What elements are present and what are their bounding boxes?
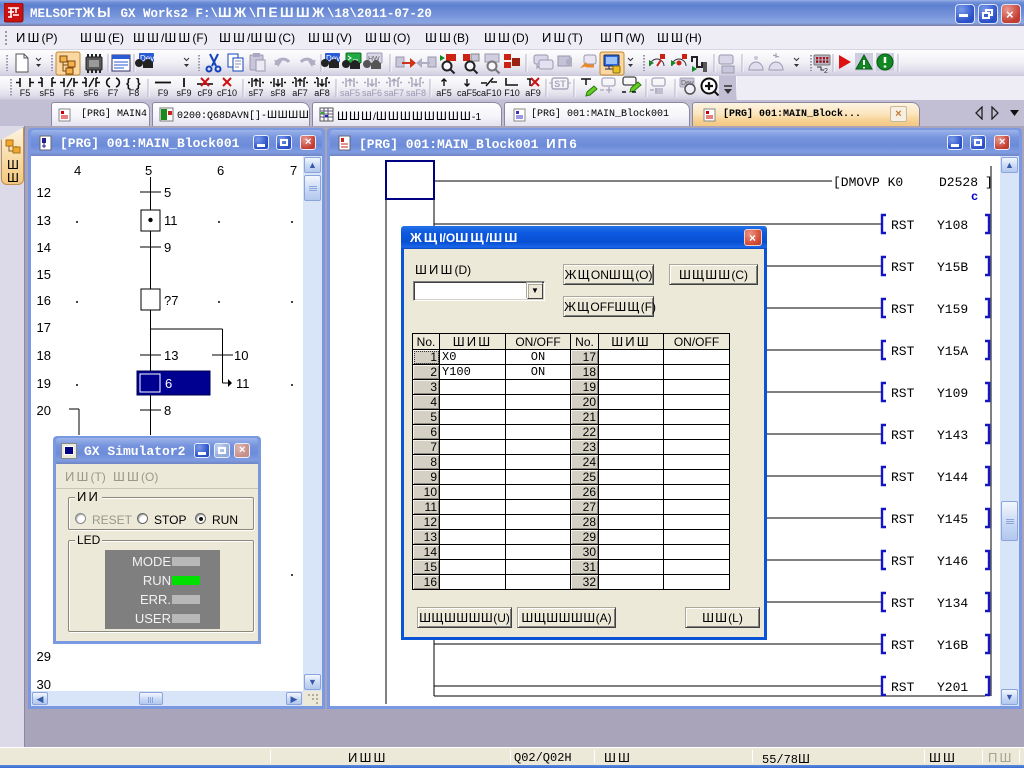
- svg-text:caF10: caF10: [476, 88, 501, 98]
- svg-text:11: 11: [236, 376, 250, 391]
- svg-text:Y144: Y144: [937, 470, 968, 485]
- svg-text:18: 18: [37, 348, 51, 363]
- svg-text:?7: ?7: [164, 293, 178, 308]
- svg-text:15: 15: [37, 267, 51, 282]
- svg-text:F5: F5: [20, 88, 31, 98]
- svg-text:5: 5: [164, 185, 171, 200]
- svg-text:10: 10: [234, 348, 248, 363]
- svg-text:16: 16: [37, 293, 51, 308]
- svg-text:F6: F6: [64, 88, 75, 98]
- svg-text:Y16B: Y16B: [937, 638, 968, 653]
- svg-text:Y108: Y108: [937, 218, 968, 233]
- svg-text:c: c: [971, 190, 978, 204]
- svg-text:RST: RST: [891, 302, 915, 317]
- svg-text:17: 17: [37, 320, 51, 335]
- svg-text:Y109: Y109: [937, 386, 968, 401]
- svg-text:9: 9: [164, 240, 171, 255]
- svg-text:RST: RST: [891, 218, 915, 233]
- svg-text:cF10: cF10: [217, 88, 237, 98]
- svg-text:sF9: sF9: [176, 88, 191, 98]
- svg-text:11: 11: [164, 213, 178, 228]
- svg-text:RST: RST: [891, 638, 915, 653]
- svg-text:sF6: sF6: [83, 88, 98, 98]
- svg-text:14: 14: [37, 240, 51, 255]
- svg-text:13: 13: [37, 213, 51, 228]
- svg-text:RST: RST: [891, 386, 915, 401]
- svg-text:Y134: Y134: [937, 596, 968, 611]
- svg-text:F8: F8: [129, 88, 140, 98]
- svg-text:8: 8: [164, 403, 171, 418]
- svg-text:[DMOVP K0: [DMOVP K0: [833, 175, 903, 190]
- svg-text:aF5: aF5: [436, 88, 452, 98]
- svg-text:Y15A: Y15A: [937, 344, 968, 359]
- svg-text:5: 5: [145, 163, 152, 178]
- svg-text:saF5: saF5: [340, 88, 360, 98]
- svg-text:6: 6: [165, 376, 172, 391]
- svg-text:F9: F9: [158, 88, 169, 98]
- svg-text:12: 12: [37, 185, 51, 200]
- svg-text:D2528: D2528: [939, 175, 978, 190]
- svg-text:6: 6: [217, 163, 224, 178]
- svg-text:saF8: saF8: [406, 88, 426, 98]
- svg-text:aF7: aF7: [292, 88, 308, 98]
- svg-text:sF8: sF8: [270, 88, 285, 98]
- svg-text:30: 30: [37, 677, 51, 692]
- svg-text:20: 20: [37, 403, 51, 418]
- svg-text:saF6: saF6: [362, 88, 382, 98]
- svg-text:ST: ST: [554, 79, 566, 89]
- svg-text:RST: RST: [891, 554, 915, 569]
- svg-text:aF9: aF9: [525, 88, 541, 98]
- svg-text:Y145: Y145: [937, 512, 968, 527]
- svg-text:]: ]: [985, 175, 993, 190]
- svg-text:RST: RST: [891, 680, 915, 695]
- svg-text:F10: F10: [504, 88, 520, 98]
- svg-text:Y159: Y159: [937, 302, 968, 317]
- svg-text:2: 2: [824, 68, 828, 75]
- svg-text:RST: RST: [891, 470, 915, 485]
- svg-text:7: 7: [290, 163, 297, 178]
- svg-text:RST: RST: [891, 260, 915, 275]
- svg-text:Y201: Y201: [937, 680, 968, 695]
- svg-text:sF5: sF5: [39, 88, 54, 98]
- svg-text:29: 29: [37, 649, 51, 664]
- svg-text:caF5: caF5: [457, 88, 477, 98]
- svg-text:13: 13: [164, 348, 178, 363]
- svg-text:Y143: Y143: [937, 428, 968, 443]
- svg-text:RST: RST: [891, 512, 915, 527]
- svg-text:RST: RST: [891, 344, 915, 359]
- svg-text:aF8: aF8: [314, 88, 330, 98]
- svg-text:Y15B: Y15B: [937, 260, 968, 275]
- svg-text:RST: RST: [891, 428, 915, 443]
- svg-text:19: 19: [37, 376, 51, 391]
- svg-text:sF7: sF7: [248, 88, 263, 98]
- svg-text:saF7: saF7: [384, 88, 404, 98]
- svg-text:cF9: cF9: [197, 88, 212, 98]
- svg-text:4: 4: [74, 163, 81, 178]
- svg-text:F7: F7: [108, 88, 119, 98]
- svg-text:RST: RST: [891, 596, 915, 611]
- svg-text:Y146: Y146: [937, 554, 968, 569]
